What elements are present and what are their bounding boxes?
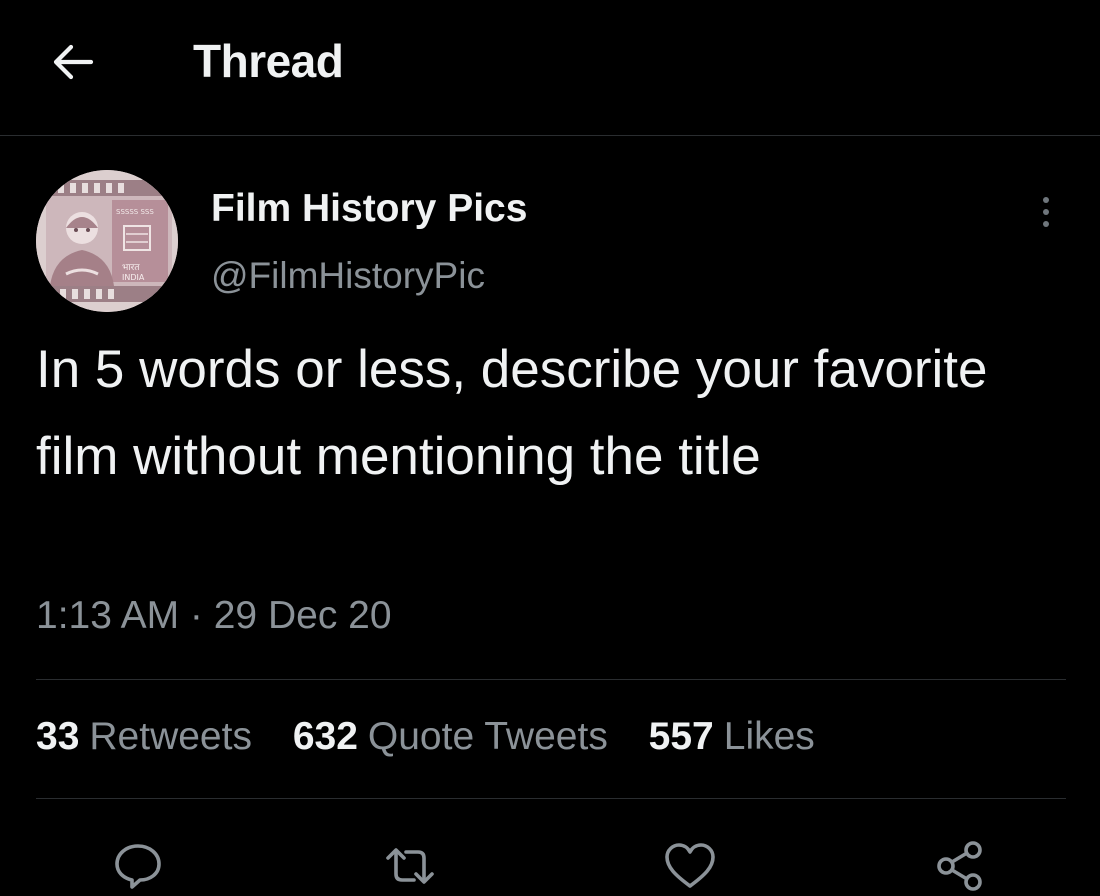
page-title: Thread bbox=[193, 35, 344, 87]
retweets-count: 33 bbox=[36, 715, 80, 758]
thread-header: Thread bbox=[0, 0, 1100, 136]
svg-text:भारत: भारत bbox=[122, 263, 140, 273]
divider bbox=[36, 679, 1066, 680]
tweet-timestamp[interactable]: 1:13 AM · 29 Dec 20 bbox=[36, 594, 392, 638]
svg-text:INDIA: INDIA bbox=[122, 273, 145, 282]
reply-icon bbox=[115, 844, 161, 889]
share-button[interactable] bbox=[930, 836, 990, 896]
retweet-button[interactable] bbox=[380, 836, 440, 896]
like-icon bbox=[665, 843, 715, 888]
back-button[interactable] bbox=[48, 40, 98, 84]
author-display-name[interactable]: Film History Pics bbox=[211, 187, 527, 231]
more-options-button[interactable] bbox=[1028, 190, 1064, 234]
likes-count: 557 bbox=[648, 715, 714, 758]
quote-tweets-stat[interactable]: 632 Quote Tweets bbox=[293, 715, 608, 759]
stamp-avatar-image: SSSSS SSS भारत INDIA bbox=[36, 170, 178, 312]
quotes-label: Quote Tweets bbox=[367, 715, 608, 758]
quotes-count: 632 bbox=[292, 715, 358, 758]
divider bbox=[36, 798, 1066, 799]
author-handle[interactable]: @FilmHistoryPic bbox=[211, 255, 485, 297]
tweet-actions-bar bbox=[0, 830, 1100, 894]
retweets-label: Retweets bbox=[89, 715, 252, 758]
arrow-left-icon bbox=[53, 44, 94, 80]
tweet-text: In 5 words or less, describe your favori… bbox=[36, 340, 988, 486]
reply-button[interactable] bbox=[108, 836, 168, 896]
more-dot-icon bbox=[1043, 197, 1049, 203]
more-dot-icon bbox=[1043, 209, 1049, 215]
likes-label: Likes bbox=[723, 715, 815, 758]
avatar[interactable]: SSSSS SSS भारत INDIA bbox=[36, 170, 178, 312]
likes-stat[interactable]: 557 Likes bbox=[649, 715, 815, 759]
retweets-stat[interactable]: 33 Retweets bbox=[36, 715, 252, 759]
tweet-stats: 33 Retweets 632 Quote Tweets 557 Likes bbox=[36, 715, 845, 759]
share-icon bbox=[937, 841, 982, 891]
svg-text:SSSSS SSS: SSSSS SSS bbox=[116, 208, 154, 216]
retweet-icon bbox=[386, 848, 434, 884]
like-button[interactable] bbox=[660, 836, 720, 896]
more-dot-icon bbox=[1043, 221, 1049, 227]
